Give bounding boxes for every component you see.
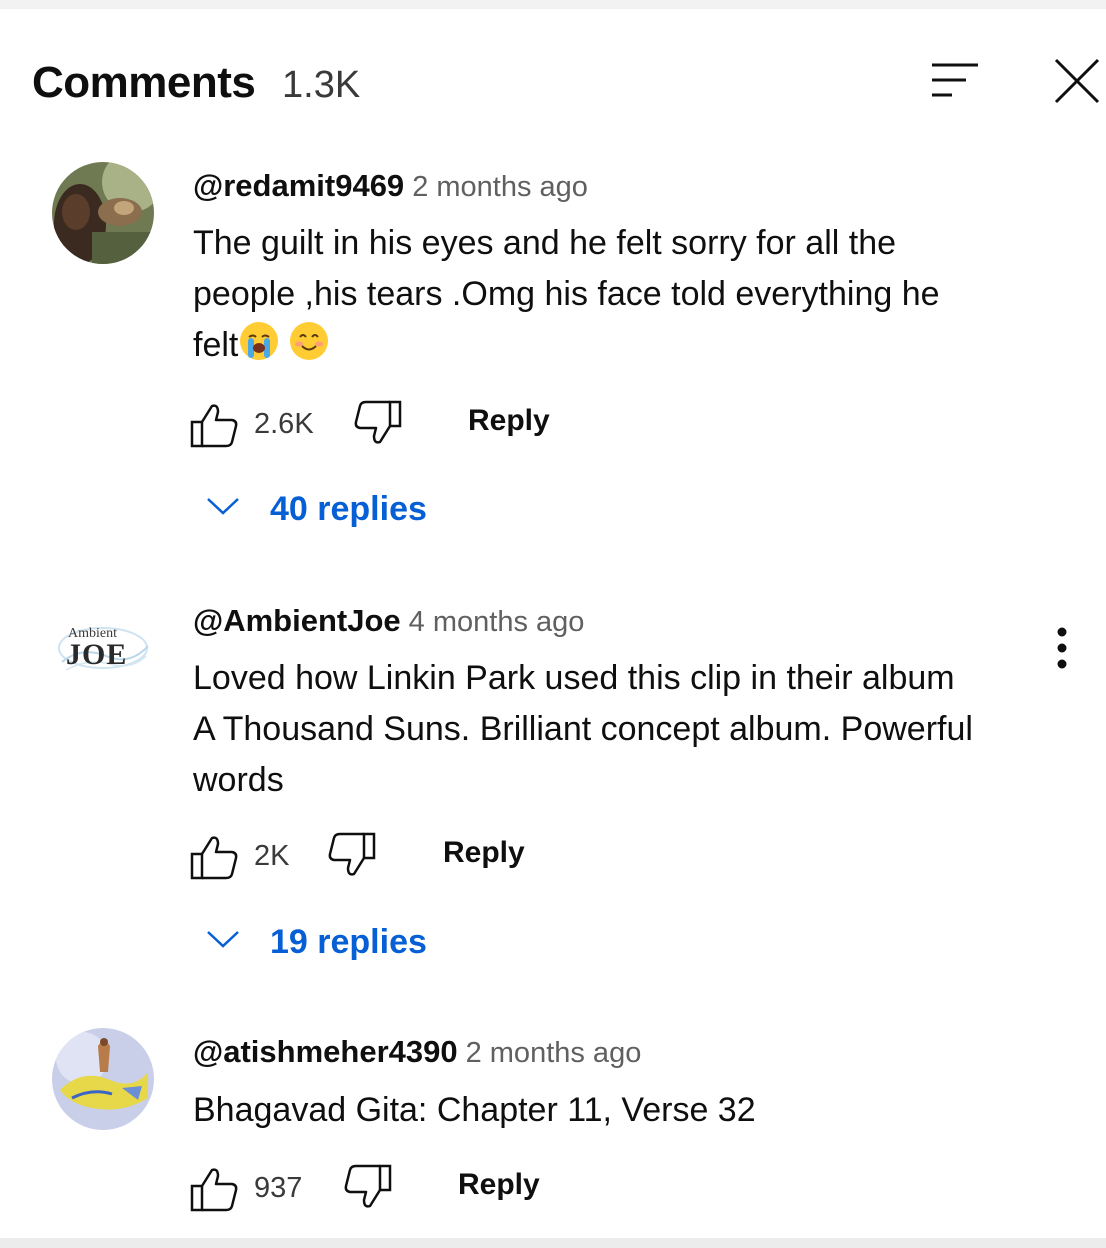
dislike-button[interactable]	[326, 830, 378, 882]
comment-time[interactable]: 2 months ago	[466, 1037, 642, 1069]
avatar[interactable]	[52, 162, 154, 264]
avatar[interactable]: Ambient JOE	[52, 598, 154, 700]
top-divider	[0, 0, 1106, 9]
thumbs-up-icon	[190, 836, 238, 880]
reply-button[interactable]: Reply	[458, 1168, 540, 1202]
thumbs-down-icon	[344, 1164, 392, 1208]
comment-line: felt	[193, 326, 239, 364]
reply-button[interactable]: Reply	[443, 836, 525, 870]
comment-text: Bhagavad Gita: Chapter 11, Verse 32	[193, 1085, 1033, 1136]
comment-time[interactable]: 2 months ago	[412, 171, 588, 203]
comment-meta: @AmbientJoe 4 months ago	[193, 603, 584, 639]
chevron-down-icon	[207, 931, 239, 948]
comment-meta: @atishmeher4390 2 months ago	[193, 1034, 641, 1070]
comment-author[interactable]: @atishmeher4390	[193, 1034, 458, 1069]
comments-header: Comments 1.3K	[32, 56, 1102, 112]
close-icon	[1054, 58, 1100, 104]
comment-line-with-emoji: felt	[193, 320, 1033, 371]
comment-author[interactable]: @redamit9469	[193, 168, 404, 203]
dislike-button[interactable]	[342, 1162, 394, 1214]
reply-button[interactable]: Reply	[468, 404, 550, 438]
avatar-text-bottom: JOE	[66, 638, 128, 671]
comment-actions: 2.6K Reply	[188, 398, 588, 452]
comment-line: words	[193, 761, 284, 799]
replies-count-label[interactable]: 40 replies	[270, 490, 427, 529]
smiling-face-emoji	[290, 322, 329, 360]
comment-actions: 2K Reply	[188, 830, 568, 884]
comment-actions: 937 Reply	[188, 1162, 568, 1216]
comment-line: Bhagavad Gita: Chapter 11, Verse 32	[193, 1091, 756, 1129]
like-button[interactable]	[188, 1162, 240, 1214]
comments-count: 1.3K	[282, 64, 361, 106]
bottom-divider	[0, 1238, 1106, 1248]
thumbs-down-icon	[354, 400, 402, 444]
more-actions-button[interactable]	[1044, 626, 1080, 674]
like-button[interactable]	[188, 398, 240, 450]
close-button[interactable]	[1052, 56, 1102, 106]
loudly-crying-face-emoji	[240, 322, 279, 360]
comment-line: people ,his tears .Omg his face told eve…	[193, 275, 940, 313]
comment-time[interactable]: 4 months ago	[409, 606, 585, 638]
thumbs-down-icon	[328, 832, 376, 876]
thumbs-up-icon	[190, 1168, 238, 1212]
chevron-down-icon	[207, 498, 239, 515]
like-button[interactable]	[188, 830, 240, 882]
more-vert-icon	[1057, 627, 1067, 669]
comment-author[interactable]: @AmbientJoe	[193, 603, 401, 638]
sort-button[interactable]	[930, 60, 980, 100]
like-count: 2K	[254, 840, 290, 872]
like-count: 2.6K	[254, 408, 314, 440]
sort-icon	[932, 63, 978, 97]
comments-title: Comments	[32, 58, 256, 107]
comment-line: Loved how Linkin Park used this clip in …	[193, 659, 955, 697]
comment-text: Loved how Linkin Park used this clip in …	[193, 653, 1033, 806]
avatar[interactable]	[52, 1028, 154, 1130]
show-replies-button[interactable]: 19 replies	[200, 921, 440, 967]
show-replies-button[interactable]: 40 replies	[200, 488, 440, 534]
like-count: 937	[254, 1172, 303, 1204]
dislike-button[interactable]	[352, 398, 404, 450]
comment-line: A Thousand Suns. Brilliant concept album…	[193, 710, 973, 748]
comment-line: The guilt in his eyes and he felt sorry …	[193, 224, 897, 262]
comment-meta: @redamit9469 2 months ago	[193, 168, 588, 204]
comment-text: The guilt in his eyes and he felt sorry …	[193, 218, 1033, 371]
thumbs-up-icon	[190, 404, 238, 448]
replies-count-label[interactable]: 19 replies	[270, 923, 427, 962]
